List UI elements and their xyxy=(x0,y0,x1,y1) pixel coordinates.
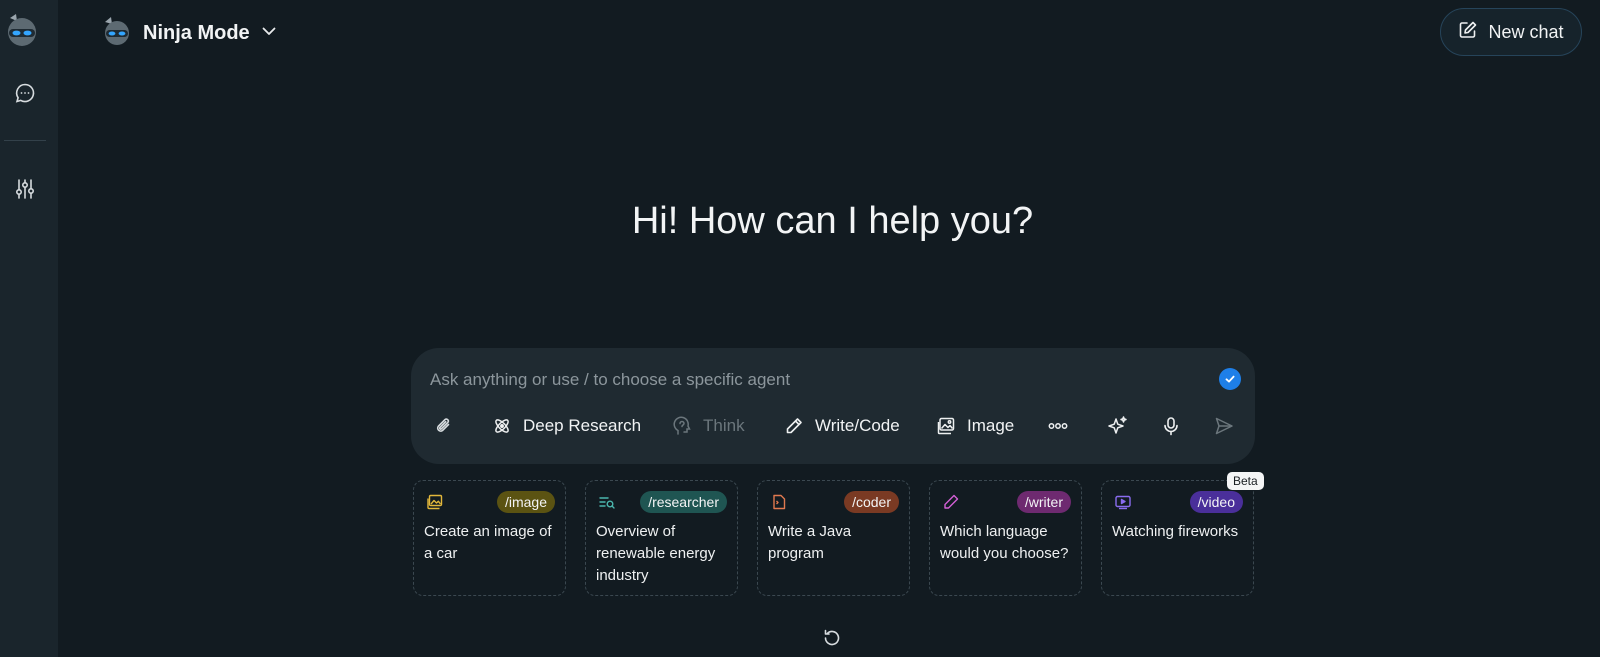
composer: Deep Research Think Write/Code xyxy=(411,348,1255,464)
suggestion-card-researcher[interactable]: /researcher Overview of renewable energy… xyxy=(585,480,738,596)
card-text: Which language would you choose? xyxy=(940,523,1069,562)
image-button[interactable]: Image xyxy=(935,410,1014,442)
card-tag: /coder xyxy=(844,491,899,513)
more-dots-icon xyxy=(1047,415,1069,437)
card-tag: /researcher xyxy=(640,491,727,513)
card-text: Create an image of a car xyxy=(424,523,552,562)
paperclip-icon xyxy=(433,415,455,437)
sidebar xyxy=(0,0,58,657)
ninja-logo-icon[interactable] xyxy=(4,12,40,48)
write-code-label: Write/Code xyxy=(815,416,900,435)
image-icon xyxy=(935,415,957,437)
suggestion-card-image[interactable]: /image Create an image of a car xyxy=(413,480,566,596)
microphone-icon xyxy=(1160,415,1182,437)
image-label: Image xyxy=(967,416,1015,435)
card-tag: /video xyxy=(1189,491,1243,513)
send-button[interactable] xyxy=(1213,410,1235,442)
video-icon xyxy=(1114,493,1132,511)
think-label: Think xyxy=(703,416,745,435)
pencil-icon xyxy=(942,493,960,511)
send-icon xyxy=(1213,415,1235,437)
mode-selector[interactable]: Ninja Mode xyxy=(101,14,278,52)
beta-badge: Beta xyxy=(1227,472,1264,490)
brain-head-icon xyxy=(671,415,693,437)
sliders-icon[interactable] xyxy=(12,176,38,202)
card-tag: /image xyxy=(496,491,555,513)
image-icon xyxy=(426,493,444,511)
suggestion-card-video[interactable]: /video Watching fireworks xyxy=(1101,480,1254,596)
greeting-heading: Hi! How can I help you? xyxy=(631,200,1034,242)
sidebar-divider xyxy=(4,140,46,141)
new-chat-label: New chat xyxy=(1488,21,1564,42)
sparkle-button[interactable] xyxy=(1107,410,1129,442)
deep-research-label: Deep Research xyxy=(523,416,642,435)
new-chat-button[interactable]: New chat xyxy=(1440,8,1582,56)
card-tag: /writer xyxy=(1016,491,1071,513)
refresh-suggestions-button[interactable] xyxy=(822,628,844,650)
search-list-icon xyxy=(598,493,616,511)
edit-icon xyxy=(1458,20,1478,45)
suggestion-card-coder[interactable]: /coder Write a Java program xyxy=(757,480,910,596)
card-text: Overview of renewable energy industry xyxy=(596,523,716,584)
atom-icon xyxy=(491,415,513,437)
chevron-down-icon xyxy=(260,22,278,45)
ninja-avatar-icon xyxy=(101,16,133,51)
write-code-button[interactable]: Write/Code xyxy=(783,410,900,442)
suggestion-card-writer[interactable]: /writer Which language would you choose? xyxy=(929,480,1082,596)
card-text: Watching fireworks xyxy=(1112,523,1239,540)
microphone-button[interactable] xyxy=(1160,410,1182,442)
think-button[interactable]: Think xyxy=(671,410,745,442)
refresh-icon xyxy=(822,629,842,652)
sparkle-icon xyxy=(1107,415,1129,437)
more-options-button[interactable] xyxy=(1047,410,1069,442)
prompt-input[interactable] xyxy=(428,366,1192,394)
code-file-icon xyxy=(770,493,788,511)
card-text: Write a Java program xyxy=(768,523,852,562)
mode-label: Ninja Mode xyxy=(143,21,250,44)
chat-bubble-icon[interactable] xyxy=(12,80,38,106)
pencil-icon xyxy=(783,415,805,437)
deep-research-button[interactable]: Deep Research xyxy=(491,410,641,442)
attach-button[interactable] xyxy=(433,410,455,442)
check-icon[interactable] xyxy=(1219,368,1241,390)
